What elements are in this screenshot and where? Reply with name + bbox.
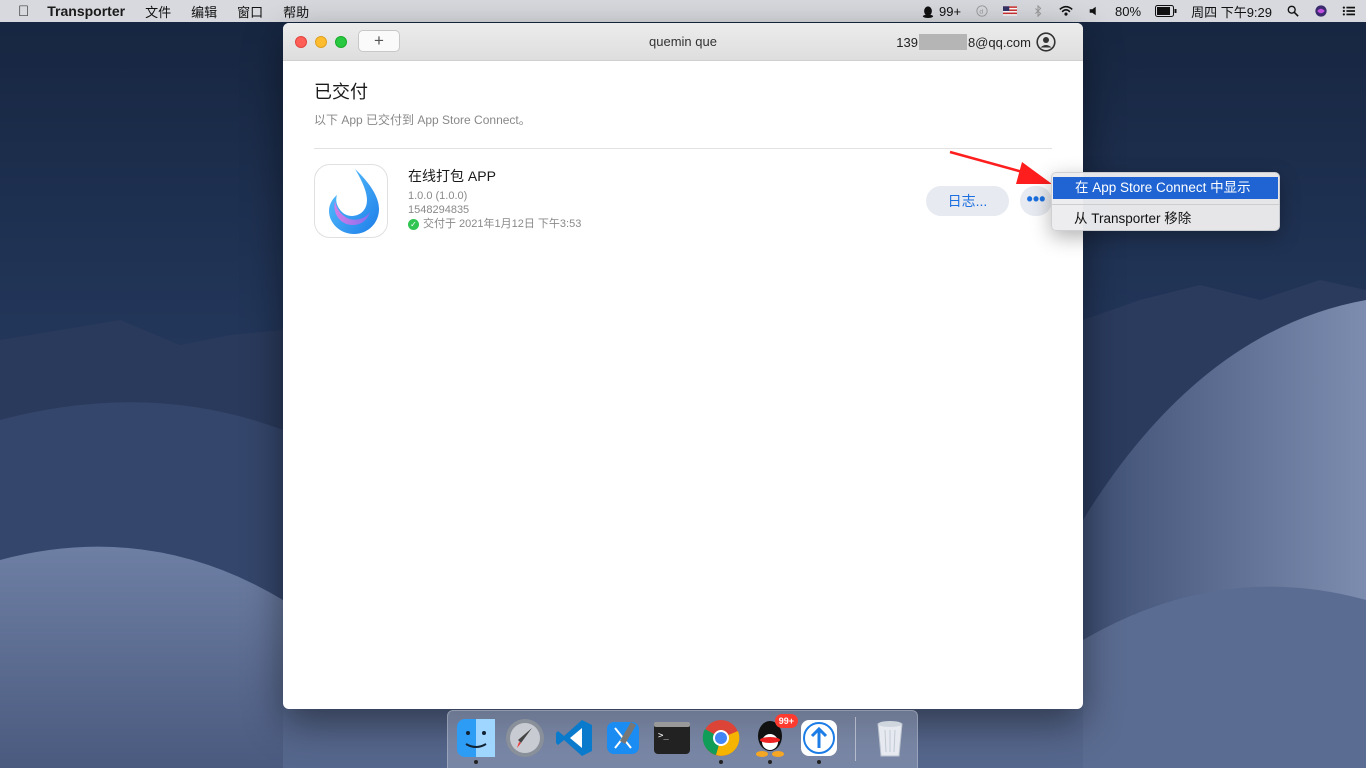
menu-edit[interactable]: 编辑 (191, 2, 217, 21)
xcode-icon (607, 721, 639, 754)
menu-file[interactable]: 文件 (145, 2, 171, 21)
account-email-suffix: 8@qq.com (967, 34, 1031, 50)
app-logo-icon (329, 169, 379, 234)
app-icon (314, 164, 388, 238)
menu-item-remove-from-transporter[interactable]: 从 Transporter 移除 (1052, 208, 1279, 230)
spotlight-search-icon[interactable] (1286, 5, 1300, 17)
transporter-window: + quemin que 139 8@qq.com 已交付 以下 App 已交付… (283, 23, 1083, 709)
bluetooth-icon[interactable] (1031, 5, 1045, 17)
account-email-prefix: 139 (896, 34, 918, 50)
menu-item-show-in-app-store-connect[interactable]: 在 App Store Connect 中显示 (1053, 177, 1278, 199)
context-menu: 在 App Store Connect 中显示 从 Transporter 移除 (1051, 172, 1280, 231)
dock-finder[interactable] (456, 718, 496, 764)
dock-chrome[interactable] (701, 718, 741, 764)
wifi-icon[interactable] (1059, 5, 1073, 17)
terminal-icon: >_ (654, 722, 690, 754)
menu-separator (1052, 204, 1279, 205)
app-name: 在线打包 APP (408, 168, 496, 184)
launchpad-icon (506, 719, 544, 757)
menu-help[interactable]: 帮助 (283, 2, 309, 21)
dock-transporter[interactable] (799, 718, 839, 764)
battery-icon[interactable] (1155, 5, 1177, 17)
window-titlebar: + quemin que 139 8@qq.com (283, 23, 1083, 61)
running-indicator (719, 760, 723, 764)
dock: >_ 99+ (447, 710, 918, 768)
qq-status-item[interactable]: 99+ (921, 4, 961, 19)
svg-text:>_: >_ (658, 731, 669, 741)
dock-terminal[interactable]: >_ (652, 718, 692, 758)
menu-app-name[interactable]: Transporter (47, 3, 125, 19)
delivered-section: 已交付 以下 App 已交付到 App Store Connect。 在线打包 … (314, 78, 1052, 264)
finder-icon (457, 719, 495, 757)
svg-text:d: d (979, 9, 983, 16)
running-indicator (817, 760, 821, 764)
delivery-date: 交付于 2021年1月12日 下午3:53 (423, 218, 582, 230)
delivery-status: ✓ 交付于 2021年1月12日 下午3:53 (408, 217, 581, 231)
account-icon[interactable] (1036, 32, 1056, 52)
trash-icon (877, 721, 903, 757)
apple-menu-icon[interactable]:  (18, 3, 29, 20)
running-indicator (768, 760, 772, 764)
qq-icon (923, 6, 934, 19)
dock-launchpad[interactable] (505, 718, 545, 758)
transporter-icon (801, 720, 837, 756)
redaction-block (918, 34, 967, 50)
page-subtitle: 以下 App 已交付到 App Store Connect。 (314, 113, 531, 127)
menu-bar:  Transporter 文件 编辑 窗口 帮助 99+ d 80% 周四 下… (0, 0, 1366, 22)
app-build-id: 1548294835 (408, 204, 470, 216)
dock-vscode[interactable] (554, 718, 594, 758)
dock-xcode[interactable] (603, 718, 643, 758)
qq-badge: 99+ (774, 714, 798, 728)
app-row: 在线打包 APP 1.0.0 (1.0.0) 1548294835 ✓ 交付于 … (314, 164, 1052, 264)
status-area: 99+ d 80% 周四 下午9:29 (921, 2, 1356, 21)
chrome-icon (702, 720, 740, 756)
menu-window[interactable]: 窗口 (237, 2, 263, 21)
dock-qq[interactable]: 99+ (750, 714, 798, 764)
volume-icon[interactable] (1087, 5, 1101, 17)
vscode-icon (556, 720, 592, 756)
dash-icon[interactable]: d (975, 5, 989, 17)
app-info: 在线打包 APP 1.0.0 (1.0.0) 1548294835 ✓ 交付于 … (408, 166, 581, 231)
app-version: 1.0.0 (1.0.0) (408, 190, 468, 202)
divider (314, 148, 1052, 149)
red-arrow-annotation (949, 150, 1052, 184)
account-email: 139 8@qq.com (896, 34, 1031, 50)
page-title: 已交付 (314, 82, 368, 102)
running-indicator (474, 760, 478, 764)
notification-center-icon[interactable] (1342, 5, 1356, 17)
siri-icon[interactable] (1314, 5, 1328, 17)
us-flag-icon[interactable] (1003, 5, 1018, 17)
check-icon: ✓ (408, 218, 419, 230)
menubar-clock[interactable]: 周四 下午9:29 (1191, 2, 1272, 21)
qq-count: 99+ (938, 3, 962, 19)
dock-trash[interactable] (870, 718, 910, 758)
battery-percent: 80% (1115, 3, 1142, 19)
dock-separator (855, 717, 856, 761)
